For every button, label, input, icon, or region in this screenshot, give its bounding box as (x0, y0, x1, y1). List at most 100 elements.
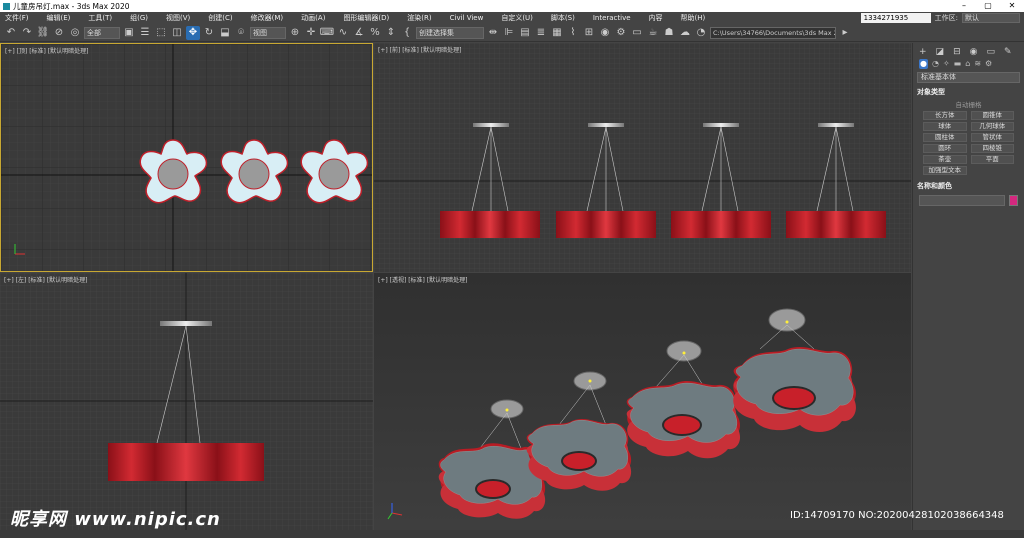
snap-icon[interactable]: ∿ (336, 26, 350, 40)
hierarchy-tab-icon[interactable]: ⊟ (953, 47, 961, 57)
menu-file[interactable]: 文件(F) (5, 13, 29, 23)
menu-modifiers[interactable]: 修改器(M) (251, 13, 284, 23)
window-title: 儿童房吊灯.max - 3ds Max 2020 (13, 1, 130, 11)
menu-help[interactable]: 帮助(H) (681, 13, 706, 23)
toggle-ribbon-icon[interactable]: ▦ (550, 26, 564, 40)
viewport-front[interactable]: [+] [前] [标准] [默认明暗处理] (374, 43, 911, 272)
rotate-icon[interactable]: ↻ (202, 26, 216, 40)
menu-civil-view[interactable]: Civil View (450, 14, 484, 22)
cone-button[interactable]: 圆锥体 (970, 111, 1014, 120)
tube-button[interactable]: 管状体 (970, 133, 1014, 142)
systems-icon[interactable]: ⚙ (985, 59, 992, 69)
viewport-top[interactable]: [+] [顶] [标准] [默认明暗处理] (0, 43, 373, 272)
angle-snap-icon[interactable]: ∡ (352, 26, 366, 40)
viewport-left-label[interactable]: [+] [左] [标准] [默认明暗处理] (4, 275, 87, 284)
link-icon[interactable]: ⛓ (36, 26, 50, 40)
scale-icon[interactable]: ⬓ (218, 26, 232, 40)
move-icon[interactable]: ✥ (186, 25, 200, 40)
selection-filter-select[interactable]: 全部 (84, 26, 120, 39)
unlink-icon[interactable]: ⊘ (52, 26, 66, 40)
modify-tab-icon[interactable]: ◪ (936, 47, 945, 57)
maximize-button[interactable]: ▢ (976, 0, 1000, 12)
workspace-select[interactable]: 默认 (962, 13, 1020, 23)
plane-button[interactable]: 平面 (970, 155, 1014, 164)
reference-coord-select[interactable]: 视图 (250, 26, 286, 39)
menu-create[interactable]: 创建(C) (208, 13, 232, 23)
undo-icon[interactable]: ↶ (4, 26, 18, 40)
menu-scripting[interactable]: 脚本(S) (551, 13, 575, 23)
render-online-icon[interactable]: ◔ (694, 26, 708, 40)
menu-animation[interactable]: 动画(A) (301, 13, 325, 23)
viewport-left[interactable]: [+] [左] [标准] [默认明暗处理] (0, 273, 373, 530)
render-production-icon[interactable]: ☕ (646, 26, 660, 40)
material-editor-icon[interactable]: ◉ (598, 26, 612, 40)
menu-tools[interactable]: 工具(T) (88, 13, 112, 23)
utilities-tab-icon[interactable]: ✎ (1004, 47, 1012, 57)
schematic-view-icon[interactable]: ⊞ (582, 26, 596, 40)
teapot-button[interactable]: 茶壶 (923, 155, 967, 164)
viewport-perspective[interactable]: [+] [透视] [标准] [默认明暗处理] (374, 273, 911, 530)
cylinder-button[interactable]: 圆柱体 (923, 133, 967, 142)
pivot-icon[interactable]: ⊕ (288, 26, 302, 40)
box-button[interactable]: 长方体 (923, 111, 967, 120)
helpers-icon[interactable]: ⌂ (965, 59, 970, 69)
geosphere-button[interactable]: 几何球体 (970, 122, 1014, 131)
select-by-name-icon[interactable]: ☰ (138, 26, 152, 40)
viewport-front-label[interactable]: [+] [前] [标准] [默认明暗处理] (378, 45, 461, 54)
window-crossing-icon[interactable]: ◫ (170, 26, 184, 40)
mirror-icon[interactable]: ⇹ (486, 26, 500, 40)
folder-icon[interactable]: ▸ (838, 26, 852, 40)
render-setup-icon[interactable]: ⚙ (614, 26, 628, 40)
lights-icon[interactable]: ✧ (943, 59, 950, 69)
render-cloud-icon[interactable]: ☁ (678, 26, 692, 40)
menu-content[interactable]: 内容 (649, 13, 663, 23)
torus-button[interactable]: 圆环 (923, 144, 967, 153)
geometry-icon[interactable]: ● (919, 59, 928, 69)
toggle-layer-explorer-icon[interactable]: ≣ (534, 26, 548, 40)
user-account[interactable]: 1334271935 (860, 13, 931, 23)
create-tab-icon[interactable]: + (919, 47, 927, 57)
motion-tab-icon[interactable]: ◉ (970, 47, 978, 57)
toggle-scene-explorer-icon[interactable]: ▤ (518, 26, 532, 40)
bind-spacewarp-icon[interactable]: ◎ (68, 26, 82, 40)
autogrid-checkbox[interactable]: 自动栅格 (913, 99, 1024, 109)
name-color-rollout[interactable]: 名称和颜色 (917, 181, 1020, 191)
menu-views[interactable]: 视图(V) (166, 13, 190, 23)
curve-editor-icon[interactable]: ⌇ (566, 26, 580, 40)
redo-icon[interactable]: ↷ (20, 26, 34, 40)
select-object-icon[interactable]: ▣ (122, 26, 136, 40)
project-folder-path[interactable]: C:\Users\34766\Documents\3ds Max 2020 (710, 26, 836, 39)
menu-interactive[interactable]: Interactive (593, 14, 631, 22)
close-button[interactable]: ✕ (1000, 0, 1024, 12)
textplus-button[interactable]: 加强型文本 (923, 166, 967, 175)
display-tab-icon[interactable]: ▭ (986, 47, 995, 57)
edit-named-sets-icon[interactable]: { (400, 26, 414, 40)
spacewarps-icon[interactable]: ≋ (974, 59, 981, 69)
menu-group[interactable]: 组(G) (130, 13, 148, 23)
keyboard-shortcut-icon[interactable]: ⌨ (320, 26, 334, 40)
object-name-input[interactable] (919, 195, 1005, 206)
menu-graph-editors[interactable]: 图形编辑器(D) (343, 13, 389, 23)
select-manipulate-icon[interactable]: ✛ (304, 26, 318, 40)
viewport-perspective-label[interactable]: [+] [透视] [标准] [默认明暗处理] (378, 275, 467, 284)
geometry-type-select[interactable]: 标准基本体 (917, 72, 1020, 83)
object-type-rollout[interactable]: 对象类型 (917, 87, 1020, 97)
rendered-frame-window-icon[interactable]: ▭ (630, 26, 644, 40)
menu-rendering[interactable]: 渲染(R) (407, 13, 431, 23)
align-icon[interactable]: ⊫ (502, 26, 516, 40)
place-icon[interactable]: ⌾ (234, 26, 248, 40)
sphere-button[interactable]: 球体 (923, 122, 967, 131)
named-selection-set-select[interactable]: 创建选择集 (416, 26, 484, 39)
percent-snap-icon[interactable]: % (368, 26, 382, 40)
pyramid-button[interactable]: 四棱锥 (970, 144, 1014, 153)
minimize-button[interactable]: – (952, 0, 976, 12)
cameras-icon[interactable]: ▬ (954, 59, 962, 69)
rect-selection-icon[interactable]: ⬚ (154, 26, 168, 40)
render-iterative-icon[interactable]: ☗ (662, 26, 676, 40)
shapes-icon[interactable]: ◔ (932, 59, 939, 69)
viewport-top-label[interactable]: [+] [顶] [标准] [默认明暗处理] (5, 46, 88, 55)
object-color-swatch[interactable] (1009, 195, 1018, 206)
spinner-snap-icon[interactable]: ⇕ (384, 26, 398, 40)
menu-customize[interactable]: 自定义(U) (501, 13, 533, 23)
menu-edit[interactable]: 编辑(E) (47, 13, 71, 23)
